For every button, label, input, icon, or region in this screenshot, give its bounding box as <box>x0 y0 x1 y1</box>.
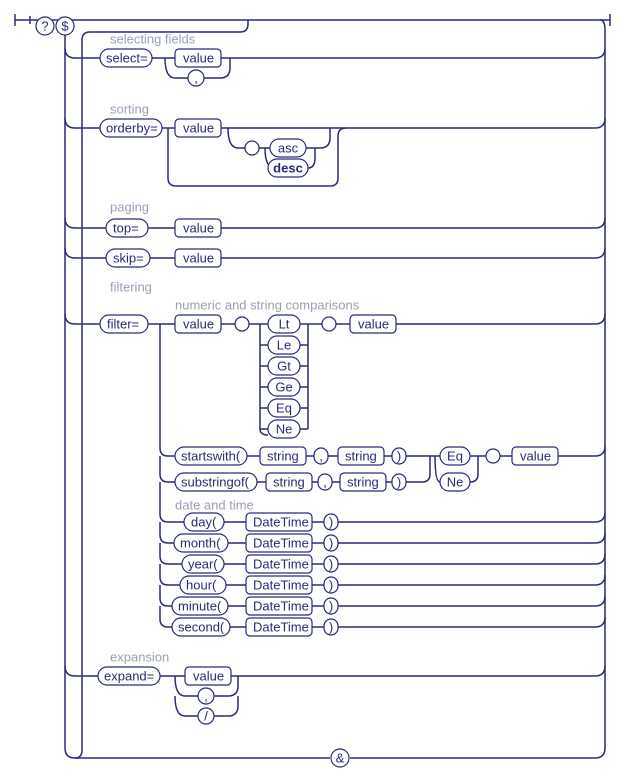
filter-value1-label: value <box>183 316 214 331</box>
so-string1-label: string <box>273 474 305 489</box>
filter-space1-node <box>235 317 249 331</box>
op-ne: Ne <box>276 421 293 436</box>
sw-comma-label: , <box>319 448 323 463</box>
dt-second-val: DateTime <box>253 619 309 634</box>
sw-string1-label: string <box>267 448 299 463</box>
dt-year-val: DateTime <box>253 556 309 571</box>
substringof-label: substringof( <box>181 474 250 489</box>
expand-label: expand= <box>104 668 154 683</box>
startswith-label: startswith( <box>181 448 241 463</box>
comparison-ops: Lt Le Gt Ge Eq Ne <box>268 315 300 438</box>
dt-hour-val: DateTime <box>253 577 309 592</box>
orderby-value-label: value <box>183 120 214 135</box>
dt-hour: hour( <box>186 577 217 592</box>
so-close-label: ) <box>397 474 401 489</box>
trail-ne-label: Ne <box>447 474 464 489</box>
so-comma-label: , <box>323 474 327 489</box>
heading-paging: paging <box>110 199 149 214</box>
top-label: top= <box>113 220 139 235</box>
orderby-label: orderby= <box>106 120 158 135</box>
select-comma-label: , <box>194 70 198 85</box>
heading-filtering: filtering <box>110 279 152 294</box>
d-label: $ <box>61 18 69 33</box>
dt-month-val: DateTime <box>253 535 309 550</box>
desc-label: desc <box>273 160 303 175</box>
subheading-filtering: numeric and string comparisons <box>175 297 360 312</box>
op-le: Le <box>277 337 291 352</box>
sw-string2-label: string <box>345 448 377 463</box>
dt-minute-close: ) <box>329 598 333 613</box>
skip-label: skip= <box>113 250 144 265</box>
select-label: select= <box>106 50 148 65</box>
orderby-space-node <box>245 141 259 155</box>
top-value-label: value <box>183 220 214 235</box>
op-lt: Lt <box>279 316 290 331</box>
dt-year: year( <box>188 556 218 571</box>
dt-second-close: ) <box>329 619 333 634</box>
dt-day: day( <box>191 514 217 529</box>
trail-value-label: value <box>520 448 551 463</box>
dt-hour-close: ) <box>329 577 333 592</box>
so-string2-label: string <box>347 474 379 489</box>
op-eq: Eq <box>276 400 292 415</box>
filter-label: filter= <box>107 316 139 331</box>
dt-minute: minute( <box>178 598 222 613</box>
heading-expansion: expansion <box>110 649 169 664</box>
select-value-label: value <box>183 50 214 65</box>
trail-eq-label: Eq <box>447 448 463 463</box>
expand-slash-label: / <box>204 708 208 723</box>
asc-label: asc <box>278 140 299 155</box>
dt-second: second( <box>178 619 225 634</box>
dt-month-close: ) <box>329 535 333 550</box>
q-label: ? <box>41 18 48 33</box>
dt-minute-val: DateTime <box>253 598 309 613</box>
op-gt: Gt <box>277 358 291 373</box>
op-ge: Ge <box>275 379 292 394</box>
railroad-diagram: ? $ & selecting fields select= value , s… <box>10 10 615 772</box>
heading-datetime: date and time <box>175 497 254 512</box>
heading-sorting: sorting <box>110 101 149 116</box>
amp-label: & <box>336 750 345 765</box>
dt-day-val: DateTime <box>253 514 309 529</box>
skip-value-label: value <box>183 250 214 265</box>
dt-year-close: ) <box>329 556 333 571</box>
filter-value2-label: value <box>358 316 389 331</box>
filter-space2-node <box>322 317 336 331</box>
sw-close-label: ) <box>397 448 401 463</box>
expand-comma-label: , <box>204 688 208 703</box>
dt-month: month( <box>180 535 221 550</box>
expand-value-label: value <box>193 668 224 683</box>
dt-day-close: ) <box>329 514 333 529</box>
trail-space-node <box>486 449 500 463</box>
heading-selecting: selecting fields <box>110 31 196 46</box>
